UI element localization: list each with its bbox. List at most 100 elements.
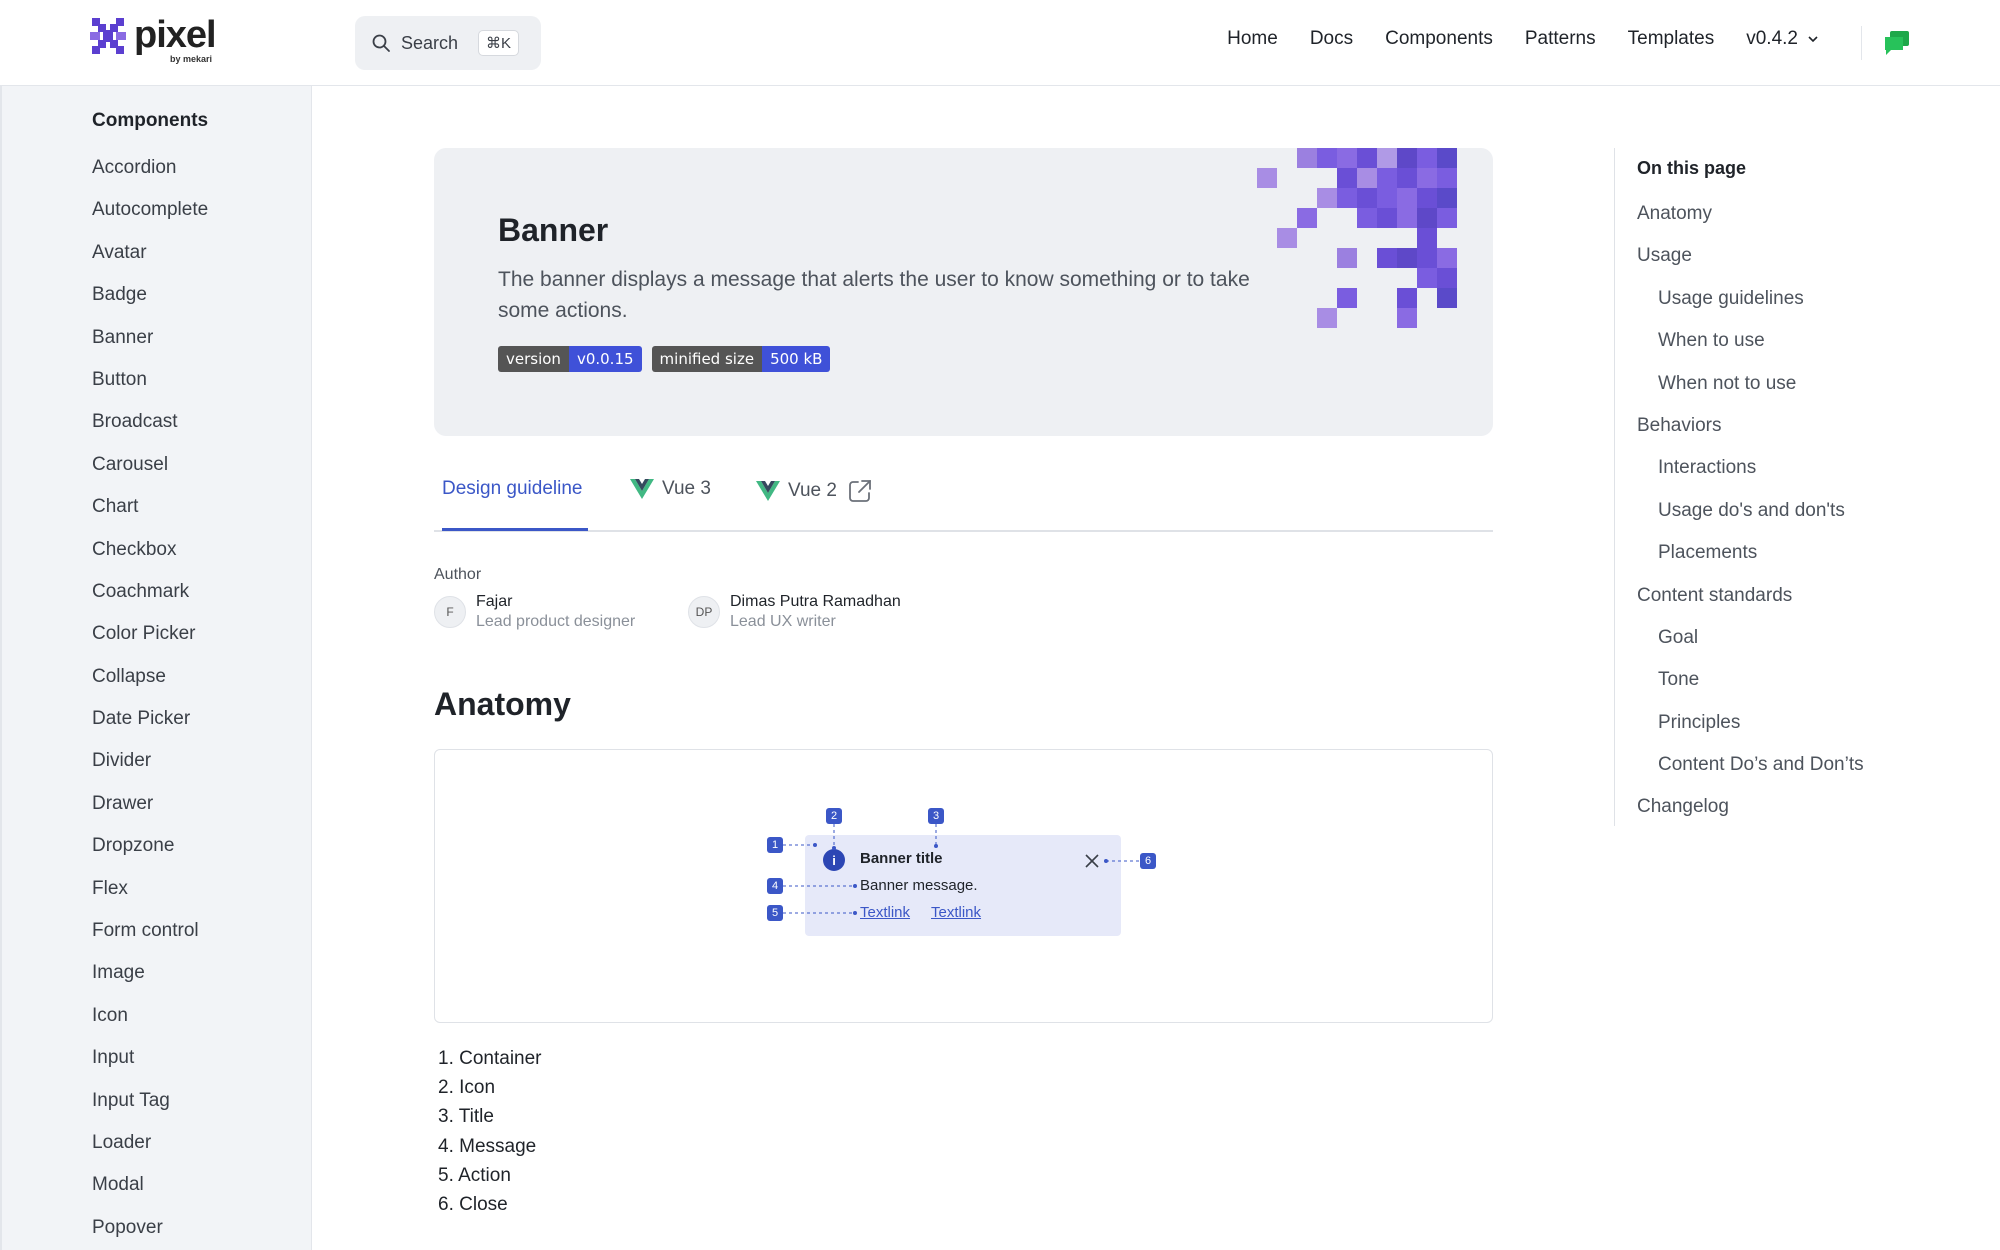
anatomy-part-item: 2. Icon <box>438 1077 496 1099</box>
tab-vue-3-label: Vue 3 <box>662 478 711 499</box>
demo-textlink[interactable]: Textlink <box>931 904 981 921</box>
toc-item-content-dos-donts[interactable]: Content Do’s and Don’ts <box>1637 751 1937 793</box>
sidebar-item-input[interactable]: Input <box>92 1042 208 1084</box>
nav-home[interactable]: Home <box>1227 28 1278 50</box>
sidebar-item-divider[interactable]: Divider <box>92 745 208 787</box>
callout-marker: 6 <box>1140 853 1156 869</box>
chevron-down-icon <box>1808 36 1818 43</box>
tab-design-guideline-label: Design guideline <box>442 478 583 499</box>
sidebar-item-badge[interactable]: Badge <box>92 279 208 321</box>
tab-vue-2[interactable]: Vue 2 <box>756 478 881 504</box>
badge-row: version v0.0.15 minified size 500 kB <box>498 346 831 372</box>
sidebar-item-broadcast[interactable]: Broadcast <box>92 406 208 448</box>
callout-marker: 2 <box>826 808 842 824</box>
page-title: Banner <box>498 212 609 248</box>
sidebar-item-image[interactable]: Image <box>92 957 208 999</box>
toc-item-goal[interactable]: Goal <box>1637 624 1937 666</box>
doc-tabs: Design guideline Vue 3 Vue 2 <box>434 468 1493 532</box>
version-dropdown[interactable]: v0.4.2 <box>1746 28 1820 50</box>
author-role: Lead product designer <box>476 613 636 630</box>
toc-item-tone[interactable]: Tone <box>1637 666 1937 708</box>
search-button[interactable]: Search ⌘K <box>355 16 541 70</box>
nav-docs[interactable]: Docs <box>1310 28 1353 50</box>
sidebar-item-drawer[interactable]: Drawer <box>92 788 208 830</box>
sidebar-item-color-picker[interactable]: Color Picker <box>92 618 208 660</box>
toc-item-when-not-to-use[interactable]: When not to use <box>1637 370 1937 412</box>
sidebar-title: Components <box>92 110 209 131</box>
author-name: Dimas Putra Ramadhan <box>730 593 901 610</box>
toc-item-changelog[interactable]: Changelog <box>1637 793 1937 835</box>
sidebar-item-date-picker[interactable]: Date Picker <box>92 703 208 745</box>
sidebar-item-accordion[interactable]: Accordion <box>92 152 208 194</box>
chat-icon[interactable] <box>1882 28 1912 58</box>
callout-marker: 4 <box>767 878 783 894</box>
avatar: DP <box>688 596 720 628</box>
author-name: Fajar <box>476 593 513 610</box>
pixel-logo[interactable]: pixel by mekari <box>90 14 230 68</box>
toc-item-usage-guidelines[interactable]: Usage guidelines <box>1637 285 1937 327</box>
demo-banner-title: Banner title <box>860 850 943 867</box>
tab-vue-3[interactable]: Vue 3 <box>630 478 711 500</box>
vue-icon <box>630 479 654 499</box>
sidebar-item-flex[interactable]: Flex <box>92 873 208 915</box>
vue-icon <box>756 481 780 501</box>
author-card: DP Dimas Putra Ramadhan Lead UX writer <box>688 592 901 632</box>
version-badge: version v0.0.15 <box>498 346 642 372</box>
author-label: Author <box>434 566 482 583</box>
sidebar-item-chart[interactable]: Chart <box>92 491 208 533</box>
avatar: F <box>434 596 466 628</box>
sidebar-item-modal[interactable]: Modal <box>92 1169 208 1211</box>
sidebar-item-carousel[interactable]: Carousel <box>92 449 208 491</box>
size-badge-value: 500 kB <box>762 346 831 372</box>
callout-marker: 3 <box>928 808 944 824</box>
pixel-logo-mark-icon <box>90 18 126 54</box>
toc-item-placements[interactable]: Placements <box>1637 539 1937 581</box>
sidebar-item-banner[interactable]: Banner <box>92 322 208 364</box>
author-role: Lead UX writer <box>730 613 836 630</box>
component-hero: Banner The banner displays a message tha… <box>434 148 1493 436</box>
version-badge-value: v0.0.15 <box>568 346 642 372</box>
anatomy-parts-list: 1. Container 2. Icon 3. Title 4. Message… <box>438 1044 542 1219</box>
sidebar-item-dropzone[interactable]: Dropzone <box>92 830 208 872</box>
sidebar-item-autocomplete[interactable]: Autocomplete <box>92 194 208 236</box>
toc-item-behaviors[interactable]: Behaviors <box>1637 412 1937 454</box>
active-tab-indicator <box>442 528 588 531</box>
toc-title: On this page <box>1637 158 1747 178</box>
anatomy-part-item: 3. Title <box>438 1106 494 1128</box>
sidebar-item-icon[interactable]: Icon <box>92 1000 208 1042</box>
search-icon <box>372 34 390 52</box>
sidebar-item-popover[interactable]: Popover <box>92 1212 208 1250</box>
sidebar-list: Accordion Autocomplete Avatar Badge Bann… <box>92 152 208 1250</box>
anatomy-part-item: 1. Container <box>438 1048 542 1069</box>
nav-components[interactable]: Components <box>1385 28 1493 50</box>
toc-item-anatomy[interactable]: Anatomy <box>1637 200 1937 242</box>
anatomy-part-item: 4. Message <box>438 1135 537 1157</box>
toc-item-content-standards[interactable]: Content standards <box>1637 582 1937 624</box>
sidebar-item-coachmark[interactable]: Coachmark <box>92 576 208 618</box>
toc-item-usage[interactable]: Usage <box>1637 242 1937 284</box>
sidebar-item-checkbox[interactable]: Checkbox <box>92 534 208 576</box>
sidebar-item-loader[interactable]: Loader <box>92 1127 208 1169</box>
nav-divider <box>1861 26 1862 60</box>
sidebar-item-form-control[interactable]: Form control <box>92 915 208 957</box>
demo-textlink[interactable]: Textlink <box>860 904 910 921</box>
info-icon: i <box>823 849 845 871</box>
search-shortcut: ⌘K <box>478 30 520 56</box>
toc-item-interactions[interactable]: Interactions <box>1637 454 1937 496</box>
sidebar-item-collapse[interactable]: Collapse <box>92 661 208 703</box>
nav-templates[interactable]: Templates <box>1628 28 1715 50</box>
version-label: v0.4.2 <box>1746 28 1798 49</box>
nav-patterns[interactable]: Patterns <box>1525 28 1596 50</box>
tab-design-guideline[interactable]: Design guideline <box>442 478 583 500</box>
sidebar-item-button[interactable]: Button <box>92 364 208 406</box>
close-icon[interactable] <box>1083 852 1101 870</box>
sidebar-item-input-tag[interactable]: Input Tag <box>92 1085 208 1127</box>
anatomy-part-item: 6. Close <box>438 1194 508 1216</box>
external-link-icon <box>849 480 871 502</box>
toc-item-principles[interactable]: Principles <box>1637 709 1937 751</box>
tab-vue-2-label: Vue 2 <box>788 480 837 501</box>
author-card: F Fajar Lead product designer <box>434 592 635 632</box>
toc-item-when-to-use[interactable]: When to use <box>1637 327 1937 369</box>
toc-item-usage-dos-donts[interactable]: Usage do's and don'ts <box>1637 497 1937 539</box>
sidebar-item-avatar[interactable]: Avatar <box>92 237 208 279</box>
